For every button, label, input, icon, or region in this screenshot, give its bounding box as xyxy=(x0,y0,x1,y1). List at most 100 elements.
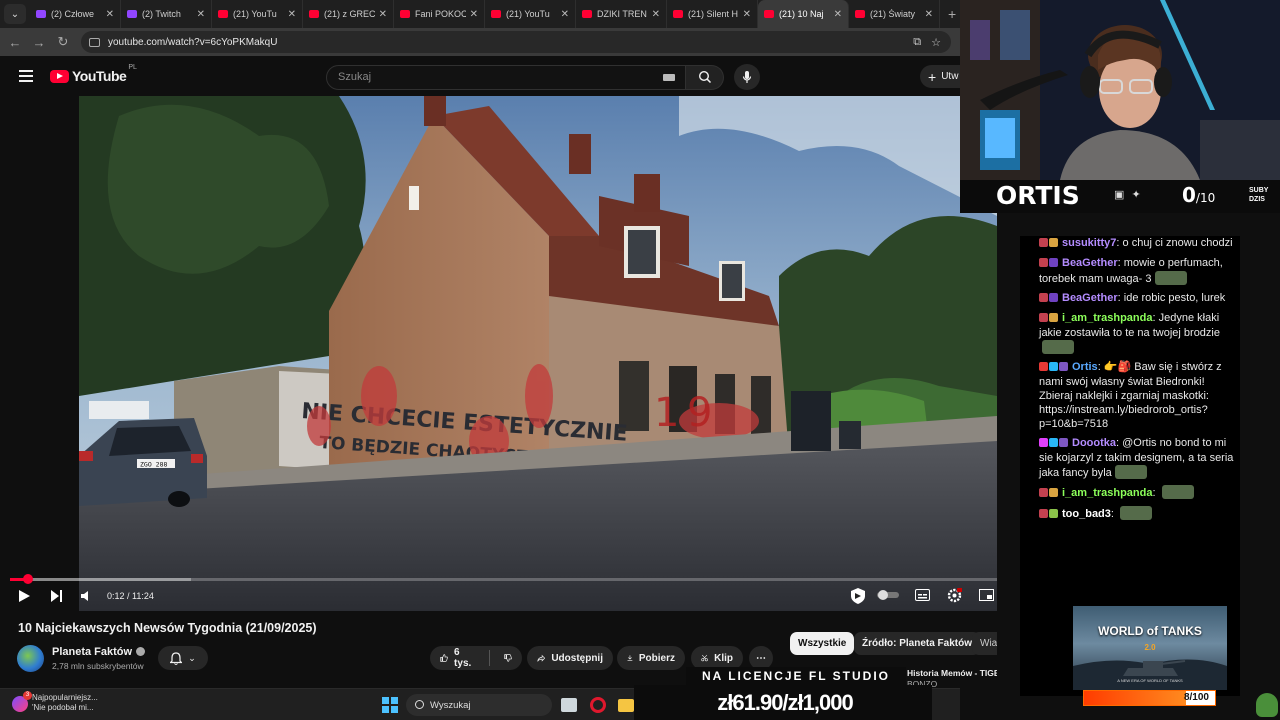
close-tab-icon[interactable]: ✕ xyxy=(652,9,660,20)
share-label: Udostępnij xyxy=(551,652,603,664)
chat-badges xyxy=(1039,361,1069,375)
miniplayer-icon[interactable] xyxy=(979,589,994,601)
scrubber-handle[interactable] xyxy=(22,574,33,584)
tab-search-button[interactable]: ⌄ xyxy=(4,4,26,24)
like-divider xyxy=(489,650,490,666)
browser-tab[interactable]: (21) YouTu ✕ xyxy=(485,0,576,28)
browser-tab[interactable]: (2) Twitch ✕ xyxy=(121,0,212,28)
close-tab-icon[interactable]: ✕ xyxy=(470,9,478,20)
twitch-icon: ▣ xyxy=(1114,189,1125,201)
badge-icon xyxy=(1039,238,1048,247)
chat-username[interactable]: too_bad3 xyxy=(1062,508,1111,520)
taskbar-notification[interactable]: 3 Najpopularniejsz... 'Nie podobał mi... xyxy=(8,691,128,713)
opera-icon[interactable] xyxy=(590,697,606,713)
channel-avatar[interactable] xyxy=(17,645,44,672)
youtube-icon xyxy=(309,10,319,18)
chip-all[interactable]: Wszystkie xyxy=(790,632,855,655)
search-input[interactable]: Szukaj xyxy=(326,64,686,90)
close-tab-icon[interactable]: ✕ xyxy=(834,9,842,20)
tab-title: Fani POKOC xyxy=(415,9,466,19)
forward-button[interactable]: → xyxy=(27,35,51,50)
chat-username[interactable]: Doootka xyxy=(1072,437,1116,449)
close-tab-icon[interactable]: ✕ xyxy=(288,9,296,20)
browser-tab[interactable]: (2) Człowe ✕ xyxy=(30,0,121,28)
chip-source[interactable]: Źródło: Planeta Faktów xyxy=(854,632,981,655)
notification-bell-button[interactable]: ⌄ xyxy=(158,646,208,670)
chat-badges xyxy=(1039,508,1059,522)
play-icon[interactable] xyxy=(18,589,31,603)
like-button[interactable]: 6 tys. xyxy=(430,646,522,670)
menu-icon[interactable] xyxy=(19,67,33,85)
chat-username[interactable]: Ortis xyxy=(1072,361,1098,373)
url-field[interactable]: youtube.com/watch?v=6cYoPKMakqU ⧉ ☆ xyxy=(81,31,951,53)
browser-tab[interactable]: (21) YouTu ✕ xyxy=(212,0,303,28)
progress-bar[interactable] xyxy=(10,574,1018,584)
task-view-icon[interactable] xyxy=(561,698,577,712)
channel-name-link[interactable]: Planeta Faktów xyxy=(52,646,146,658)
chat-message: Doootka: @Ortis no bond to mi sie kojarz… xyxy=(1020,436,1240,480)
close-tab-icon[interactable]: ✕ xyxy=(561,9,569,20)
taskbar-search[interactable]: Wyszukaj xyxy=(406,694,552,716)
reload-button[interactable]: ↻ xyxy=(51,34,75,50)
bookmark-star-icon[interactable]: ☆ xyxy=(931,36,941,49)
sub-count-value: 0 xyxy=(1182,183,1196,207)
shield-icon[interactable] xyxy=(849,587,867,605)
badge-icon xyxy=(1049,362,1058,371)
chat-emote-icon xyxy=(1120,506,1153,520)
badge-icon xyxy=(1049,258,1058,267)
windows-start-icon[interactable] xyxy=(382,697,398,713)
browser-tab[interactable]: DZIKI TREN ✕ xyxy=(576,0,667,28)
new-tab-button[interactable]: + xyxy=(948,6,956,22)
chat-username[interactable]: i_am_trashpanda xyxy=(1062,312,1152,324)
close-tab-icon[interactable]: ✕ xyxy=(379,9,387,20)
autoplay-toggle-icon[interactable] xyxy=(877,590,899,600)
twitter-icon: ✦ xyxy=(1131,189,1141,201)
chat-message: i_am_trashpanda: xyxy=(1020,485,1240,501)
video-player[interactable]: NIE CHCECIE ESTETYCZNIE TO BĘDZIE CHAOTY… xyxy=(79,96,997,611)
browser-tab[interactable]: (21) Silent H ✕ xyxy=(667,0,758,28)
file-explorer-icon[interactable] xyxy=(618,699,634,712)
scissors-icon xyxy=(701,654,708,662)
close-tab-icon[interactable]: ✕ xyxy=(106,9,114,20)
site-info-icon[interactable] xyxy=(89,37,100,47)
chat-username[interactable]: i_am_trashpanda xyxy=(1062,487,1152,499)
back-button[interactable]: ← xyxy=(3,35,27,50)
keyboard-icon[interactable] xyxy=(663,73,675,81)
browser-tab[interactable]: (21) 10 Naj ✕ xyxy=(758,0,849,28)
chat-badges xyxy=(1039,487,1059,501)
cast-icon[interactable]: ⧉ xyxy=(913,36,921,49)
chat-badges xyxy=(1039,257,1059,271)
close-tab-icon[interactable]: ✕ xyxy=(925,9,933,20)
subtitles-icon[interactable] xyxy=(915,589,930,601)
thumbs-down-icon[interactable] xyxy=(504,652,512,664)
close-tab-icon[interactable]: ✕ xyxy=(197,9,205,20)
volume-icon[interactable] xyxy=(80,589,92,603)
chevron-down-icon: ⌄ xyxy=(188,652,196,663)
plus-icon: + xyxy=(928,68,937,85)
chat-username[interactable]: susukitty7 xyxy=(1062,237,1116,249)
settings-gear-icon[interactable] xyxy=(947,588,962,603)
sub-label-line2: DZIS xyxy=(1249,196,1265,203)
chat-emote-icon xyxy=(1161,485,1194,499)
chat-username[interactable]: BeaGether xyxy=(1062,292,1118,304)
badge-icon xyxy=(1049,238,1058,247)
badge-icon xyxy=(1049,293,1058,302)
tab-title: DZIKI TREN xyxy=(597,9,647,19)
share-button[interactable]: Udostępnij xyxy=(527,646,613,670)
browser-tab[interactable]: Fani POKOC ✕ xyxy=(394,0,485,28)
close-tab-icon[interactable]: ✕ xyxy=(743,9,751,20)
youtube-logo[interactable]: YouTube PL xyxy=(50,64,137,84)
browser-tab[interactable]: (21) z GREC ✕ xyxy=(303,0,394,28)
download-button[interactable]: Pobierz xyxy=(617,646,685,670)
browser-tab[interactable]: (21) Światy ✕ xyxy=(849,0,940,28)
voice-search-button[interactable] xyxy=(734,64,760,90)
social-icons: ▣ ✦ xyxy=(1114,188,1141,201)
notification-badge: 3 xyxy=(23,691,32,700)
svg-text:1: 1 xyxy=(654,390,679,436)
more-horizontal-icon: ⋯ xyxy=(756,652,766,664)
chat-username[interactable]: BeaGether xyxy=(1062,257,1118,269)
badge-icon xyxy=(1039,438,1048,447)
search-button[interactable] xyxy=(686,64,724,90)
tab-title: (21) 10 Naj xyxy=(779,9,824,19)
next-icon[interactable] xyxy=(50,589,63,603)
